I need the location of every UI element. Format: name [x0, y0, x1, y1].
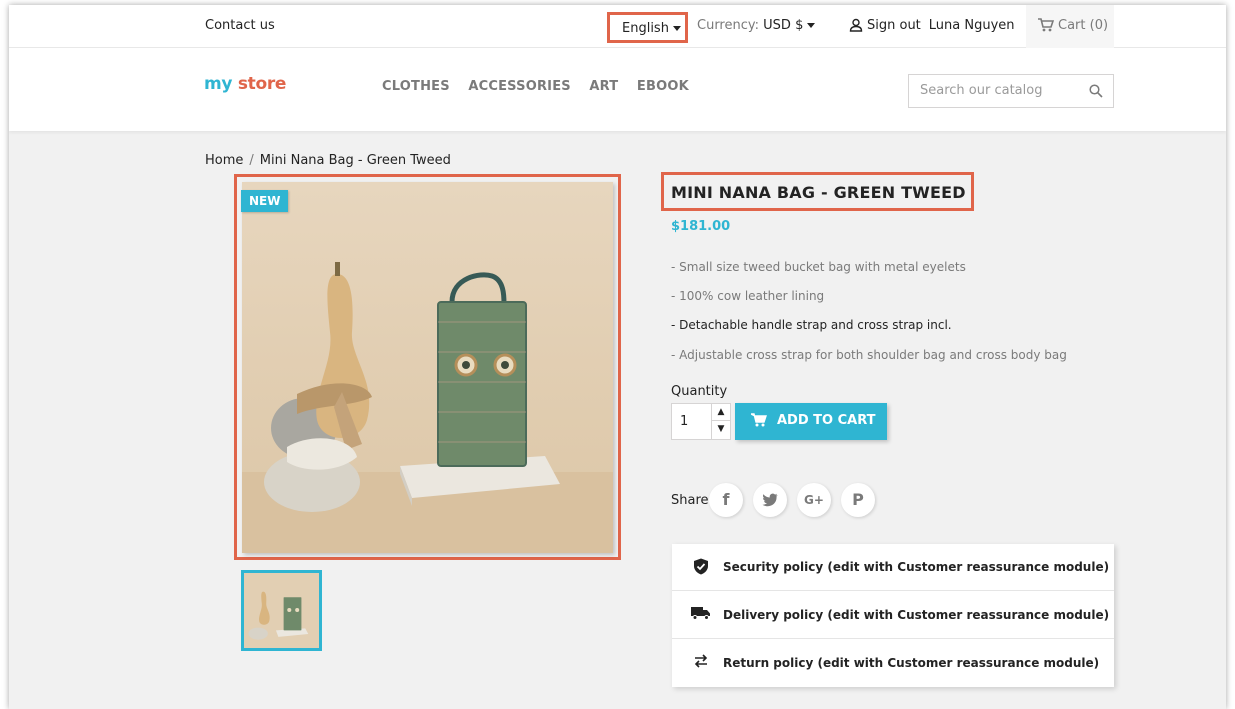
product-price: $181.00 — [671, 219, 731, 234]
logo-text-store: store — [237, 74, 287, 94]
nav-item-clothes[interactable]: CLOTHES — [382, 79, 450, 94]
product-main-image[interactable] — [242, 182, 613, 553]
twitter-share-icon[interactable] — [753, 483, 787, 517]
site-header: my store CLOTHES ACCESSORIES ART EBOOK S… — [9, 48, 1226, 131]
sign-out-link[interactable]: Sign out — [867, 18, 921, 33]
account-name-link[interactable]: Luna Nguyen — [929, 18, 1015, 33]
user-icon — [849, 18, 863, 32]
cart-icon — [750, 413, 767, 427]
product-thumbnail[interactable] — [241, 570, 322, 651]
contact-us-link[interactable]: Contact us — [205, 18, 275, 33]
quantity-increase-icon[interactable]: ▲ — [712, 404, 730, 421]
currency-label: Currency: — [697, 18, 760, 33]
reassurance-label: Security policy (edit with Customer reas… — [723, 560, 1110, 574]
swap-arrows-icon — [694, 654, 708, 668]
currency-value: USD $ — [763, 18, 804, 33]
google-plus-share-icon[interactable]: G+ — [797, 483, 831, 517]
language-selector[interactable]: English — [607, 12, 688, 43]
account-area: Sign out Luna Nguyen — [849, 18, 1015, 33]
browser-viewport: Contact us English Currency: USD $ Sign … — [9, 5, 1226, 709]
quantity-decrease-icon[interactable]: ▼ — [712, 421, 730, 438]
cart-icon — [1038, 18, 1055, 32]
thumbnail-photo — [244, 573, 319, 648]
search-icon[interactable] — [1089, 84, 1103, 98]
language-label: English — [622, 21, 669, 36]
description-line: - Detachable handle strap and cross stra… — [671, 318, 952, 332]
shield-check-icon — [694, 558, 708, 575]
quantity-stepper[interactable]: 1 ▲ ▼ — [671, 403, 731, 440]
currency-selector[interactable]: Currency: USD $ — [697, 18, 816, 33]
reassurance-block: Security policy (edit with Customer reas… — [672, 544, 1114, 687]
chevron-down-icon — [807, 23, 816, 28]
twitter-bird-icon — [762, 493, 778, 507]
reassurance-label: Return policy (edit with Customer reassu… — [723, 656, 1100, 670]
logo-text-my: my — [204, 74, 233, 94]
description-line: - Small size tweed bucket bag with metal… — [671, 260, 966, 274]
cart-button[interactable]: Cart (0) — [1026, 5, 1114, 48]
truck-icon — [691, 607, 710, 620]
description-line: - 100% cow leather lining — [671, 289, 825, 303]
quantity-value[interactable]: 1 — [680, 414, 688, 429]
product-photo — [242, 182, 613, 553]
nav-item-ebook[interactable]: EBOOK — [637, 79, 689, 94]
description-line: - Adjustable cross strap for both should… — [671, 348, 1067, 362]
reassurance-delivery: Delivery policy (edit with Customer reas… — [672, 592, 1114, 639]
breadcrumb: Home / Mini Nana Bag - Green Tweed — [205, 153, 451, 168]
chevron-down-icon — [672, 26, 681, 31]
add-to-cart-label: ADD TO CART — [777, 413, 876, 428]
reassurance-label: Delivery policy (edit with Customer reas… — [723, 608, 1110, 622]
search-placeholder: Search our catalog — [920, 83, 1043, 98]
quantity-buttons: ▲ ▼ — [711, 404, 730, 439]
add-to-cart-button[interactable]: ADD TO CART — [735, 403, 887, 440]
search-input[interactable]: Search our catalog — [908, 74, 1114, 108]
nav-item-art[interactable]: ART — [589, 79, 618, 94]
product-title: MINI NANA BAG - GREEN TWEED — [671, 183, 966, 202]
breadcrumb-home[interactable]: Home — [205, 153, 243, 168]
main-navigation: CLOTHES ACCESSORIES ART EBOOK — [382, 79, 703, 94]
quantity-label: Quantity — [671, 384, 728, 399]
share-label: Share — [671, 493, 709, 508]
store-logo[interactable]: my store — [204, 74, 286, 94]
facebook-share-icon[interactable]: f — [709, 483, 743, 517]
cart-label: Cart (0) — [1058, 18, 1109, 33]
nav-item-accessories[interactable]: ACCESSORIES — [468, 79, 571, 94]
pinterest-share-icon[interactable]: P — [841, 483, 875, 517]
breadcrumb-current: Mini Nana Bag - Green Tweed — [259, 153, 451, 168]
product-image-highlight — [234, 174, 621, 560]
reassurance-security: Security policy (edit with Customer reas… — [672, 544, 1114, 591]
top-bar: Contact us English Currency: USD $ Sign … — [9, 5, 1226, 48]
breadcrumb-separator: / — [249, 153, 254, 168]
new-badge: NEW — [241, 190, 289, 212]
reassurance-return: Return policy (edit with Customer reassu… — [672, 640, 1114, 687]
